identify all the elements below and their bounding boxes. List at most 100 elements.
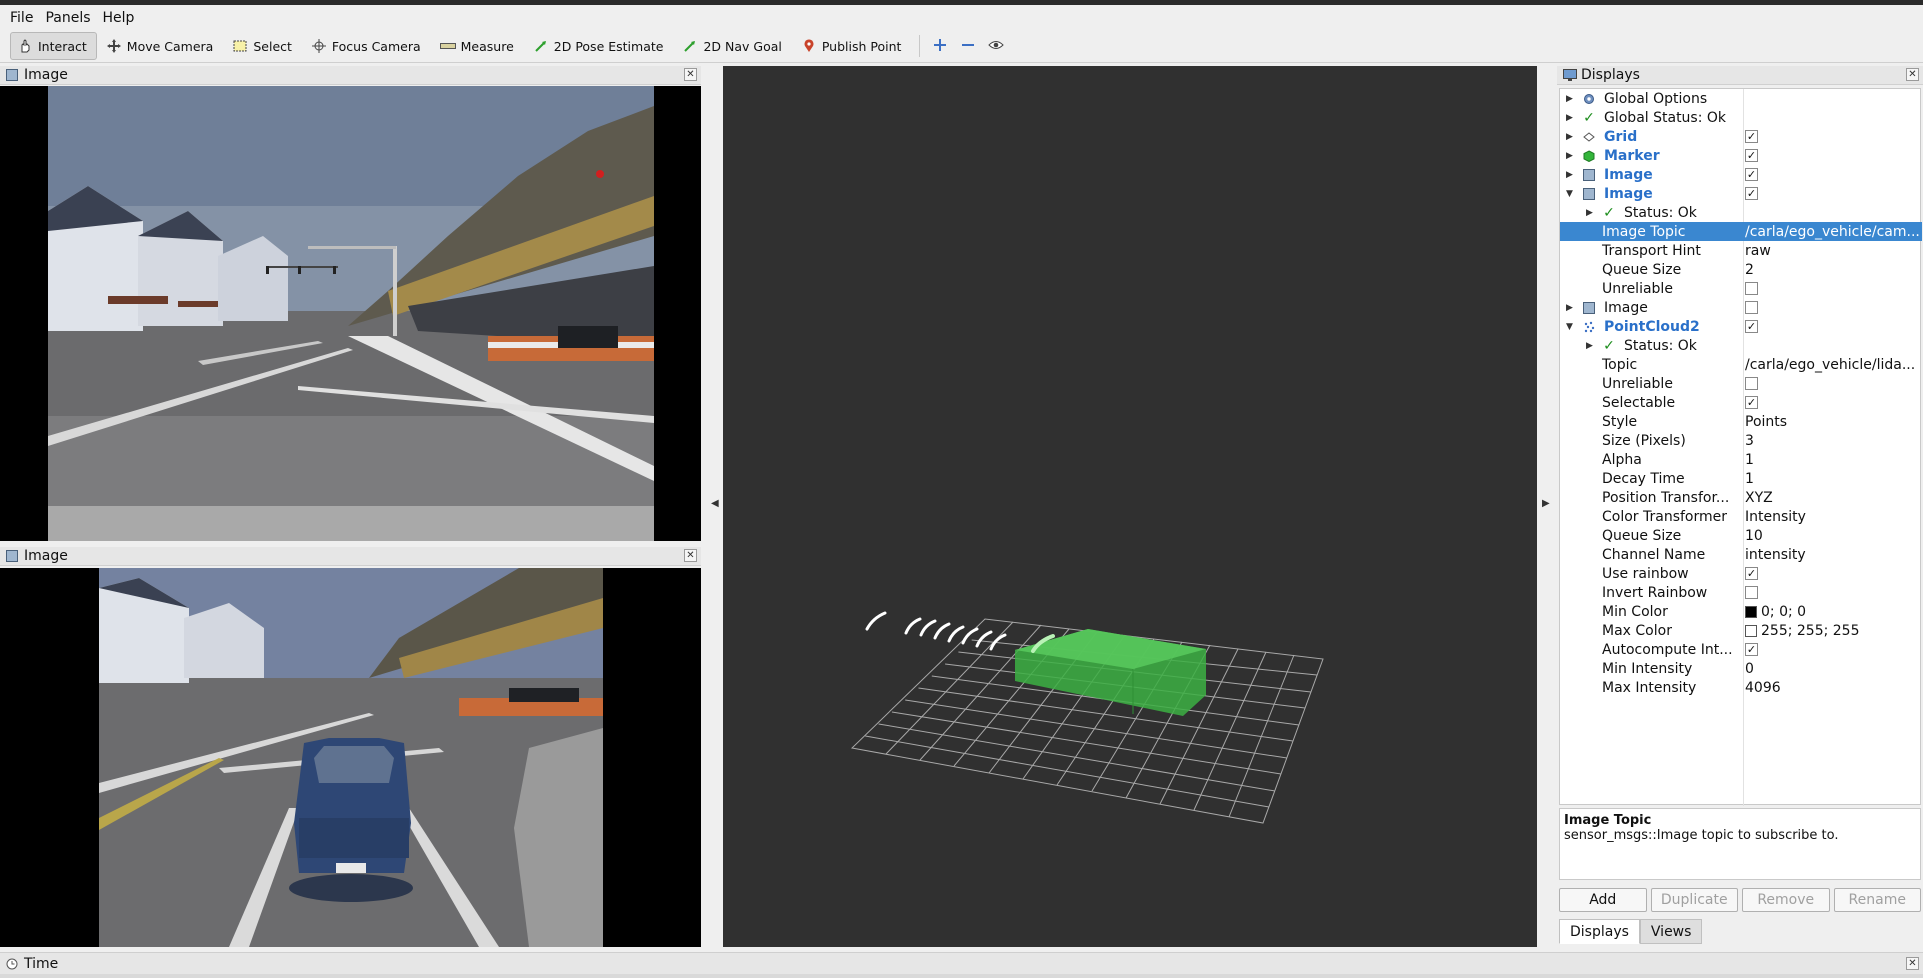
- expand-arrow-icon[interactable]: ▶: [1566, 151, 1576, 161]
- tree-row-value[interactable]: intensity: [1745, 547, 1920, 563]
- autocompute-checkbox[interactable]: ✓: [1745, 643, 1758, 656]
- tree-row-channel-name[interactable]: Channel Name intensity: [1560, 545, 1922, 564]
- expand-arrow-icon[interactable]: ▶: [1566, 132, 1576, 142]
- tree-row-decay-time[interactable]: Decay Time 1: [1560, 469, 1922, 488]
- tree-row-topic[interactable]: Topic /carla/ego_vehicle/lida...: [1560, 355, 1922, 374]
- tree-row-value-max-color[interactable]: 255; 255; 255: [1745, 623, 1920, 639]
- expand-arrow-icon[interactable]: ▶: [1566, 170, 1576, 180]
- selectable-checkbox[interactable]: ✓: [1745, 396, 1758, 409]
- tree-row-image-topic[interactable]: Image Topic /carla/ego_vehicle/cam...: [1560, 222, 1922, 241]
- publish-point-tool-button[interactable]: Publish Point: [794, 32, 912, 60]
- select-tool-button[interactable]: Select: [225, 32, 302, 60]
- enable-checkbox[interactable]: ✓: [1745, 187, 1758, 200]
- tree-row-image-status[interactable]: ▶ ✓ Status: Ok: [1560, 203, 1922, 222]
- enable-checkbox[interactable]: ✓: [1745, 149, 1758, 162]
- collapse-left-arrow-icon[interactable]: ◀: [711, 498, 719, 512]
- focus-camera-tool-button[interactable]: Focus Camera: [304, 32, 431, 60]
- menu-file[interactable]: File: [6, 8, 41, 28]
- tree-row-position-transformer[interactable]: Position Transfor... XYZ: [1560, 488, 1922, 507]
- expand-arrow-icon[interactable]: ▶: [1566, 94, 1576, 104]
- duplicate-button[interactable]: Duplicate: [1650, 888, 1738, 912]
- menu-help[interactable]: Help: [99, 8, 143, 28]
- tree-row-value[interactable]: /carla/ego_vehicle/cam...: [1745, 224, 1920, 240]
- tree-row-global-options[interactable]: ▶ Global Options: [1560, 89, 1922, 108]
- tree-row-style[interactable]: Style Points: [1560, 412, 1922, 431]
- tree-row-use-rainbow[interactable]: Use rainbow ✓: [1560, 564, 1922, 583]
- collapse-right-arrow-icon[interactable]: ▶: [1542, 498, 1550, 512]
- render-3d-viewport[interactable]: [723, 66, 1537, 947]
- tree-row-queue-size[interactable]: Queue Size 2: [1560, 260, 1922, 279]
- tree-row-value-min-color[interactable]: 0; 0; 0: [1745, 604, 1920, 620]
- tree-row-min-intensity[interactable]: Min Intensity 0: [1560, 659, 1922, 678]
- collapse-arrow-icon[interactable]: ▼: [1566, 322, 1576, 332]
- tree-row-image-1[interactable]: ▶ Image ✓: [1560, 165, 1922, 184]
- tree-row-label: Size (Pixels): [1602, 432, 1686, 449]
- tree-row-value[interactable]: Intensity: [1745, 509, 1920, 525]
- tree-row-value[interactable]: 1: [1745, 471, 1920, 487]
- tree-row-image-2[interactable]: ▼ Image ✓: [1560, 184, 1922, 203]
- tree-row-max-intensity[interactable]: Max Intensity 4096: [1560, 678, 1922, 697]
- expand-arrow-icon[interactable]: ▶: [1566, 303, 1576, 313]
- tree-row-value[interactable]: 3: [1745, 433, 1920, 449]
- tree-row-value[interactable]: /carla/ego_vehicle/lida...: [1745, 357, 1920, 373]
- tree-row-value[interactable]: 2: [1745, 262, 1920, 278]
- remove-tool-button[interactable]: [954, 32, 982, 60]
- tree-row-pointcloud2[interactable]: ▼ PointCloud2 ✓: [1560, 317, 1922, 336]
- tree-row-pointcloud-status[interactable]: ▶ ✓ Status: Ok: [1560, 336, 1922, 355]
- close-icon[interactable]: ✕: [1906, 957, 1919, 970]
- enable-checkbox[interactable]: ✓: [1745, 320, 1758, 333]
- use-rainbow-checkbox[interactable]: ✓: [1745, 567, 1758, 580]
- tab-displays[interactable]: Displays: [1559, 919, 1640, 944]
- unreliable-checkbox[interactable]: [1745, 282, 1758, 295]
- interact-tool-button[interactable]: Interact: [10, 32, 97, 60]
- close-icon[interactable]: ✕: [684, 68, 697, 81]
- tree-row-max-color[interactable]: Max Color 255; 255; 255: [1560, 621, 1922, 640]
- tree-row-marker[interactable]: ▶ Marker ✓: [1560, 146, 1922, 165]
- invert-rainbow-checkbox[interactable]: [1745, 586, 1758, 599]
- measure-tool-button[interactable]: Measure: [433, 32, 524, 60]
- tree-row-min-color[interactable]: Min Color 0; 0; 0: [1560, 602, 1922, 621]
- enable-checkbox[interactable]: [1745, 301, 1758, 314]
- pose-estimate-tool-button[interactable]: 2D Pose Estimate: [526, 32, 674, 60]
- view-options-button[interactable]: [982, 32, 1010, 60]
- expand-arrow-icon[interactable]: ▶: [1566, 113, 1576, 123]
- close-icon[interactable]: ✕: [684, 549, 697, 562]
- tree-row-selectable[interactable]: Selectable ✓: [1560, 393, 1922, 412]
- tree-row-alpha[interactable]: Alpha 1: [1560, 450, 1922, 469]
- collapse-arrow-icon[interactable]: ▼: [1566, 189, 1576, 199]
- tree-row-autocompute-intensity[interactable]: Autocompute Int... ✓: [1560, 640, 1922, 659]
- expand-arrow-icon[interactable]: ▶: [1586, 208, 1596, 218]
- tree-row-unreliable-pc[interactable]: Unreliable: [1560, 374, 1922, 393]
- tree-row-image-3[interactable]: ▶ Image: [1560, 298, 1922, 317]
- close-icon[interactable]: ✕: [1906, 68, 1919, 81]
- tree-row-value[interactable]: 10: [1745, 528, 1920, 544]
- menu-panels[interactable]: Panels: [41, 8, 98, 28]
- rename-button[interactable]: Rename: [1833, 888, 1921, 912]
- tree-row-size[interactable]: Size (Pixels) 3: [1560, 431, 1922, 450]
- enable-checkbox[interactable]: ✓: [1745, 168, 1758, 181]
- nav-goal-tool-button[interactable]: 2D Nav Goal: [675, 32, 791, 60]
- tree-row-global-status[interactable]: ▶ ✓ Global Status: Ok: [1560, 108, 1922, 127]
- tree-row-value[interactable]: 4096: [1745, 680, 1920, 696]
- add-tool-button[interactable]: [926, 32, 954, 60]
- expand-arrow-icon[interactable]: ▶: [1586, 341, 1596, 351]
- tree-row-label: Decay Time: [1602, 470, 1685, 487]
- tree-row-color-transformer[interactable]: Color Transformer Intensity: [1560, 507, 1922, 526]
- enable-checkbox[interactable]: ✓: [1745, 130, 1758, 143]
- tree-row-value[interactable]: Points: [1745, 414, 1920, 430]
- tree-row-value[interactable]: 0: [1745, 661, 1920, 677]
- unreliable-checkbox[interactable]: [1745, 377, 1758, 390]
- tree-row-value[interactable]: 1: [1745, 452, 1920, 468]
- tree-row-unreliable[interactable]: Unreliable: [1560, 279, 1922, 298]
- tree-row-invert-rainbow[interactable]: Invert Rainbow: [1560, 583, 1922, 602]
- tree-row-queue-size-pc[interactable]: Queue Size 10: [1560, 526, 1922, 545]
- tab-views[interactable]: Views: [1639, 919, 1703, 944]
- add-button[interactable]: Add: [1559, 888, 1647, 912]
- tree-row-value[interactable]: XYZ: [1745, 490, 1920, 506]
- move-camera-tool-button[interactable]: Move Camera: [99, 32, 224, 60]
- tree-row-value[interactable]: raw: [1745, 243, 1920, 259]
- tree-row-grid[interactable]: ▶ Grid ✓: [1560, 127, 1922, 146]
- remove-button[interactable]: Remove: [1742, 888, 1830, 912]
- tree-row-transport-hint[interactable]: Transport Hint raw: [1560, 241, 1922, 260]
- displays-tree[interactable]: ▶ Global Options ▶ ✓ Global Status: Ok ▶…: [1559, 88, 1922, 806]
